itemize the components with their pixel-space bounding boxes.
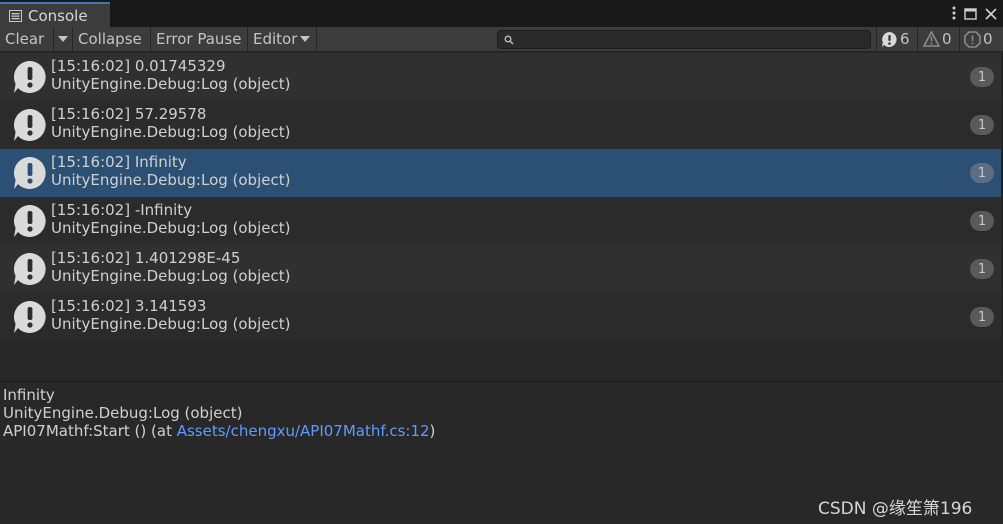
- console-toolbar: Clear Collapse Error Pause Editor 6 0 0: [0, 27, 1003, 52]
- collapse-label: Collapse: [78, 30, 142, 48]
- window-controls: [952, 5, 997, 24]
- error-pause-label: Error Pause: [156, 30, 242, 48]
- log-list[interactable]: [15:16:02] 0.01745329 UnityEngine.Debug:…: [0, 53, 1003, 381]
- log-stack: UnityEngine.Debug:Log (object): [51, 171, 291, 189]
- tab-title: Console: [28, 6, 88, 25]
- warning-count-toggle[interactable]: 0: [923, 28, 952, 50]
- editor-label: Editor: [253, 30, 298, 48]
- log-entry-selected[interactable]: [15:16:02] Infinity UnityEngine.Debug:Lo…: [0, 149, 1001, 197]
- log-message: [15:16:02] 1.401298E-45: [51, 249, 241, 267]
- error-count-toggle[interactable]: 0: [964, 28, 993, 50]
- clear-label: Clear: [5, 30, 45, 48]
- clear-button[interactable]: Clear: [0, 27, 53, 51]
- maximize-icon[interactable]: [964, 5, 977, 24]
- search-icon: [504, 35, 514, 45]
- log-message: [15:16:02] Infinity: [51, 153, 187, 171]
- collapse-button[interactable]: Collapse: [73, 27, 150, 51]
- dropdown-arrow-icon: [300, 36, 311, 42]
- log-message: [15:16:02] 0.01745329: [51, 57, 226, 75]
- info-icon: [881, 31, 898, 48]
- log-entry[interactable]: [15:16:02] 3.141593 UnityEngine.Debug:Lo…: [0, 293, 1001, 341]
- toolbar-separator: [876, 27, 877, 51]
- detail-stack-prefix: API07Mathf:Start () (at: [3, 422, 177, 440]
- toolbar-separator: [959, 27, 960, 51]
- collapse-count-badge: 1: [970, 211, 994, 231]
- log-entry[interactable]: [15:16:02] 1.401298E-45 UnityEngine.Debu…: [0, 245, 1001, 293]
- log-entry[interactable]: [15:16:02] -Infinity UnityEngine.Debug:L…: [0, 197, 1001, 245]
- log-message: [15:16:02] -Infinity: [51, 201, 193, 219]
- warning-count: 0: [942, 30, 952, 48]
- info-log-icon: [13, 253, 46, 285]
- info-log-icon: [13, 205, 46, 237]
- log-entry[interactable]: [15:16:02] 0.01745329 UnityEngine.Debug:…: [0, 53, 1001, 101]
- info-log-icon: [13, 301, 46, 333]
- collapse-count-badge: 1: [970, 259, 994, 279]
- editor-dropdown[interactable]: Editor: [248, 27, 316, 51]
- console-list-icon: [9, 9, 22, 22]
- source-file-link[interactable]: Assets/chengxu/API07Mathf.cs:12: [177, 422, 430, 440]
- info-log-icon: [13, 157, 46, 189]
- collapse-count-badge: 1: [970, 163, 994, 183]
- more-vertical-icon[interactable]: [952, 5, 956, 24]
- info-log-icon: [13, 108, 46, 141]
- close-icon[interactable]: [985, 5, 997, 24]
- log-stack: UnityEngine.Debug:Log (object): [51, 123, 291, 141]
- collapse-count-badge: 1: [970, 307, 994, 327]
- info-log-icon: [13, 60, 46, 93]
- log-count: 6: [900, 30, 910, 48]
- toolbar-separator: [316, 27, 317, 51]
- tab-console[interactable]: Console: [0, 2, 110, 27]
- detail-stack-line: API07Mathf:Start () (at Assets/chengxu/A…: [3, 422, 435, 440]
- detail-message: Infinity: [3, 386, 55, 404]
- log-message: [15:16:02] 57.29578: [51, 105, 207, 123]
- clear-options-dropdown[interactable]: [54, 27, 72, 51]
- tab-bar: Console: [0, 0, 1003, 27]
- log-count-toggle[interactable]: 6: [881, 28, 910, 50]
- error-icon: [964, 30, 981, 48]
- log-stack: UnityEngine.Debug:Log (object): [51, 267, 291, 285]
- warning-icon: [923, 31, 940, 47]
- watermark: CSDN @缘笙箫196: [818, 499, 973, 519]
- log-stack: UnityEngine.Debug:Log (object): [51, 219, 291, 237]
- toolbar-separator: [917, 27, 918, 51]
- log-message: [15:16:02] 3.141593: [51, 297, 207, 315]
- collapse-count-badge: 1: [970, 67, 994, 87]
- search-field[interactable]: [497, 30, 871, 49]
- log-entry[interactable]: [15:16:02] 57.29578 UnityEngine.Debug:Lo…: [0, 101, 1001, 149]
- error-pause-button[interactable]: Error Pause: [151, 27, 247, 51]
- dropdown-arrow-icon: [58, 36, 68, 42]
- collapse-count-badge: 1: [970, 115, 994, 135]
- error-count: 0: [983, 30, 993, 48]
- detail-stack-line: UnityEngine.Debug:Log (object): [3, 404, 243, 422]
- log-stack: UnityEngine.Debug:Log (object): [51, 75, 291, 93]
- log-stack: UnityEngine.Debug:Log (object): [51, 315, 291, 333]
- detail-stack-suffix: ): [429, 422, 436, 440]
